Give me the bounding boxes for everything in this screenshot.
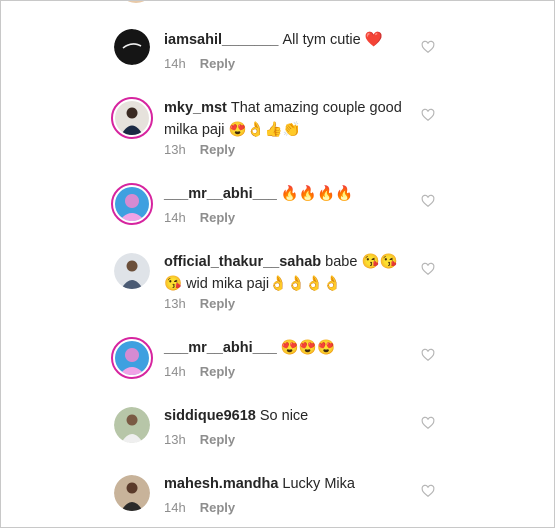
comment-text: So nice: [259, 408, 309, 424]
avatar[interactable]: [114, 253, 150, 289]
comment-username[interactable]: iamsahil_______: [164, 32, 278, 48]
heart-icon[interactable]: [421, 348, 435, 362]
reply-button[interactable]: Reply: [200, 210, 235, 225]
comments-panel: iamsahil_______ All tym cutie ❤️ 14h Reply…: [0, 0, 555, 528]
comment-username[interactable]: ___mr__abhi___: [164, 186, 277, 202]
comment-username[interactable]: mky_mst: [164, 100, 227, 116]
comment-time: 14h: [164, 56, 186, 71]
avatar[interactable]: [111, 337, 153, 379]
reply-button[interactable]: Reply: [200, 142, 235, 157]
reply-button[interactable]: Reply: [200, 432, 235, 447]
comment-username[interactable]: siddique9618: [164, 408, 256, 424]
reply-button[interactable]: Reply: [200, 364, 235, 379]
comment-text: All tym cutie ❤️: [282, 32, 383, 48]
reply-button[interactable]: Reply: [200, 296, 235, 311]
comment-time: 14h: [164, 210, 186, 225]
comment-time: 13h: [164, 142, 186, 157]
comment-time: 14h: [164, 500, 186, 515]
avatar[interactable]: [114, 407, 150, 443]
heart-icon[interactable]: [421, 416, 435, 430]
avatar[interactable]: [111, 183, 153, 225]
avatar[interactable]: [118, 1, 154, 3]
reply-button[interactable]: Reply: [200, 56, 235, 71]
reply-button[interactable]: Reply: [200, 500, 235, 515]
comment-text: 🔥🔥🔥🔥: [280, 186, 354, 202]
heart-icon[interactable]: [421, 108, 435, 122]
heart-icon[interactable]: [421, 262, 435, 276]
comment-text: 😍😍😍: [280, 340, 336, 356]
comment-username[interactable]: mahesh.mandha: [164, 476, 278, 492]
comment-username[interactable]: official_thakur__sahab: [164, 254, 321, 270]
comment-time: 13h: [164, 432, 186, 447]
heart-icon[interactable]: [421, 40, 435, 54]
avatar[interactable]: [114, 29, 150, 65]
comment-text: Lucky Mika: [282, 476, 355, 492]
comment-username[interactable]: ___mr__abhi___: [164, 340, 277, 356]
heart-icon[interactable]: [421, 484, 435, 498]
avatar[interactable]: [111, 97, 153, 139]
comment-time: 14h: [164, 364, 186, 379]
heart-icon[interactable]: [421, 194, 435, 208]
comment-time: 13h: [164, 296, 186, 311]
avatar[interactable]: [114, 475, 150, 511]
